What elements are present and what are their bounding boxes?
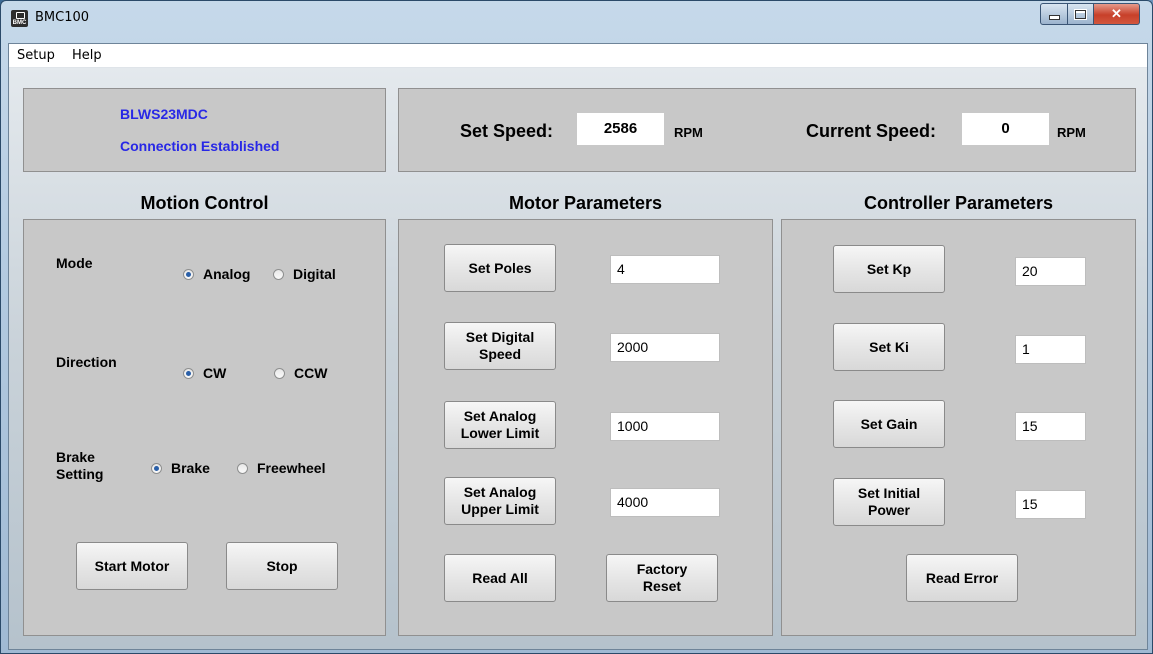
initial-power-input[interactable]: 15: [1015, 490, 1086, 519]
menu-help[interactable]: Help: [72, 48, 102, 63]
set-analog-lower-limit-button[interactable]: Set Analog Lower Limit: [444, 401, 556, 449]
start-motor-button[interactable]: Start Motor: [76, 542, 188, 590]
stop-button[interactable]: Stop: [226, 542, 338, 590]
client-area: Setup Help BLWS23MDC Connection Establis…: [8, 43, 1148, 650]
direction-ccw-label: CCW: [294, 365, 328, 381]
analog-lower-limit-input[interactable]: 1000: [610, 412, 720, 441]
ki-input[interactable]: 1: [1015, 335, 1086, 364]
speed-panel: Set Speed: 2586 RPM Current Speed: 0 RPM: [398, 88, 1136, 172]
controller-parameters-panel: Set Kp 20 Set Ki 1 Set Gain 15 Set Initi…: [781, 219, 1136, 636]
connection-panel: BLWS23MDC Connection Established: [23, 88, 386, 172]
freewheel-radio[interactable]: Freewheel: [237, 460, 325, 476]
digital-speed-input[interactable]: 2000: [610, 333, 720, 362]
gain-input[interactable]: 15: [1015, 412, 1086, 441]
mode-label: Mode: [56, 255, 93, 271]
minimize-button[interactable]: [1040, 3, 1068, 25]
motion-control-panel: Mode Analog Digital Direction CW CCW Bra…: [23, 219, 386, 636]
mode-analog-label: Analog: [203, 266, 251, 282]
set-speed-label: Set Speed:: [460, 121, 554, 141]
brake-setting-label: Brake Setting: [56, 449, 104, 482]
direction-cw-label: CW: [203, 365, 227, 381]
motor-parameters-panel: Set Poles 4 Set Digital Speed 2000 Set A…: [398, 219, 773, 636]
connection-status: Connection Established: [120, 138, 280, 154]
window-title: BMC100: [35, 10, 90, 25]
set-speed-unit: RPM: [674, 125, 703, 140]
radio-selected-icon: [183, 268, 194, 280]
set-gain-button[interactable]: Set Gain: [833, 400, 945, 448]
kp-input[interactable]: 20: [1015, 257, 1086, 286]
brake-radio[interactable]: Brake: [151, 460, 210, 476]
poles-input[interactable]: 4: [610, 255, 720, 284]
close-icon: ✕: [1111, 6, 1122, 21]
radio-selected-icon: [183, 367, 194, 379]
menu-bar: Setup Help: [9, 44, 1147, 68]
direction-label: Direction: [56, 354, 117, 370]
set-ki-button[interactable]: Set Ki: [833, 323, 945, 371]
title-bar[interactable]: BMC BMC100 ✕: [1, 1, 1152, 43]
set-speed-value: 2586: [576, 112, 665, 146]
current-speed-unit: RPM: [1057, 125, 1086, 140]
direction-ccw-radio[interactable]: CCW: [274, 365, 327, 381]
radio-selected-icon: [151, 462, 162, 474]
current-speed-label: Current Speed:: [806, 121, 937, 141]
device-name: BLWS23MDC: [120, 106, 208, 122]
radio-unselected-icon: [273, 268, 284, 280]
set-digital-speed-button[interactable]: Set Digital Speed: [444, 322, 556, 370]
set-analog-upper-limit-button[interactable]: Set Analog Upper Limit: [444, 477, 556, 525]
brake-option-label: Brake: [171, 460, 210, 476]
factory-reset-button[interactable]: Factory Reset: [606, 554, 718, 602]
controller-parameters-title: Controller Parameters: [863, 193, 1054, 213]
radio-unselected-icon: [274, 367, 285, 379]
read-error-button[interactable]: Read Error: [906, 554, 1018, 602]
maximize-icon: [1075, 9, 1086, 19]
mode-digital-label: Digital: [293, 266, 336, 282]
window-controls: ✕: [1040, 3, 1140, 25]
motion-control-title: Motion Control: [140, 193, 269, 213]
radio-unselected-icon: [237, 462, 248, 474]
set-initial-power-button[interactable]: Set Initial Power: [833, 478, 945, 526]
set-kp-button[interactable]: Set Kp: [833, 245, 945, 293]
menu-setup[interactable]: Setup: [17, 48, 55, 63]
mode-digital-radio[interactable]: Digital: [273, 266, 336, 282]
motor-parameters-title: Motor Parameters: [508, 193, 663, 213]
close-button[interactable]: ✕: [1094, 3, 1140, 25]
minimize-icon: [1048, 15, 1060, 20]
maximize-button[interactable]: [1068, 3, 1094, 25]
read-all-button[interactable]: Read All: [444, 554, 556, 602]
analog-upper-limit-input[interactable]: 4000: [610, 488, 720, 517]
set-poles-button[interactable]: Set Poles: [444, 244, 556, 292]
app-window: BMC BMC100 ✕ Setup Help BLWS23MDC Connec…: [0, 0, 1153, 654]
freewheel-option-label: Freewheel: [257, 460, 326, 476]
direction-cw-radio[interactable]: CW: [183, 365, 226, 381]
mode-analog-radio[interactable]: Analog: [183, 266, 250, 282]
app-icon: BMC: [11, 10, 28, 27]
current-speed-value: 0: [961, 112, 1050, 146]
